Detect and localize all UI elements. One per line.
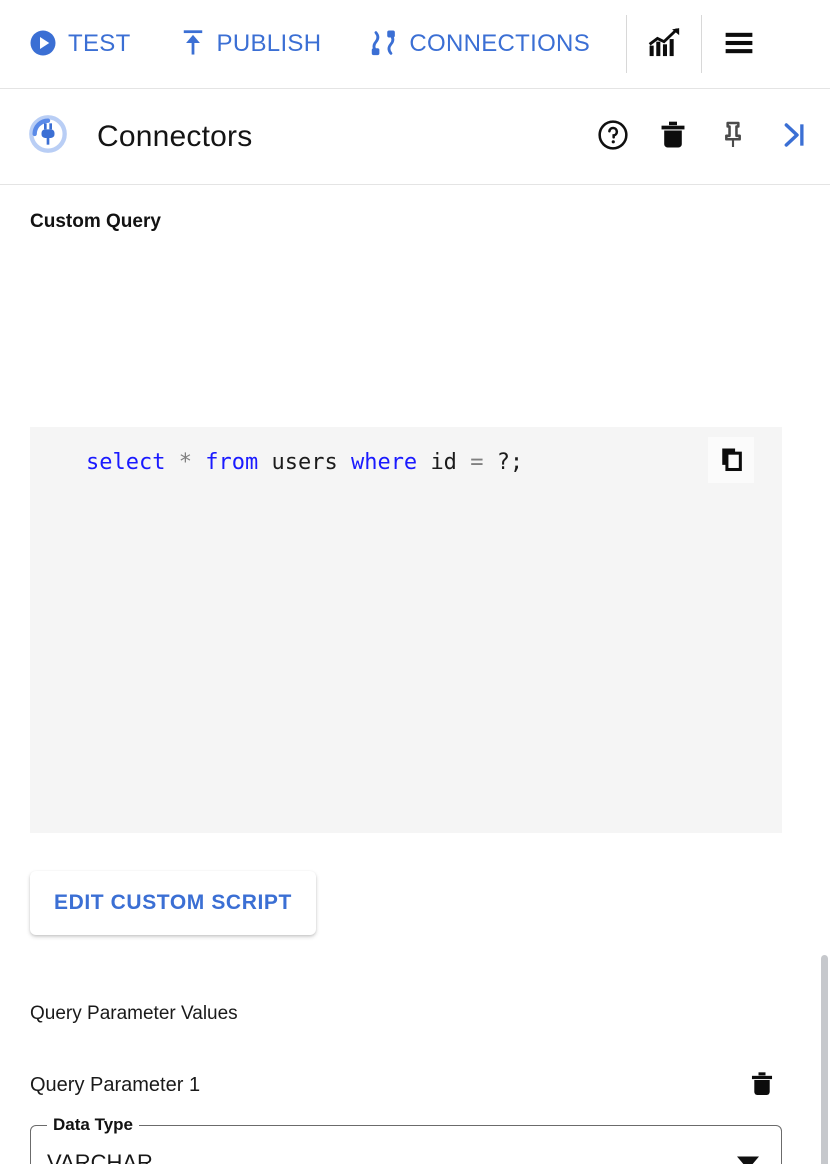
hamburger-menu-button[interactable] — [702, 15, 776, 73]
upload-arrow-icon — [179, 28, 207, 61]
top-toolbar: TEST PUBLISH CONNECTIONS — [0, 0, 830, 89]
copy-query-button[interactable] — [708, 437, 754, 483]
test-button[interactable]: TEST — [16, 20, 143, 68]
collapse-panel-button[interactable] — [770, 114, 816, 160]
pin-button[interactable] — [710, 114, 756, 160]
copy-icon — [717, 445, 745, 476]
analytics-chart-button[interactable] — [627, 15, 701, 73]
query-parameter-values-label: Query Parameter Values — [30, 1003, 238, 1025]
analytics-chart-icon — [647, 27, 681, 62]
publish-button-label: PUBLISH — [217, 30, 322, 58]
connector-plug-logo — [28, 114, 68, 159]
query-parameter-name: Query Parameter 1 — [30, 1074, 200, 1097]
custom-query-editor[interactable]: select * from users where id = ?; — [30, 427, 782, 833]
panel-header: Connectors — [0, 89, 830, 185]
page-title: Connectors — [97, 120, 252, 154]
query-parameter-row: Query Parameter 1 — [30, 1065, 782, 1105]
panel-body: Custom Query select * from users where i… — [0, 185, 830, 1163]
chevron-down-icon[interactable] — [737, 1157, 759, 1164]
plug-cable-icon — [369, 28, 399, 61]
publish-button[interactable]: PUBLISH — [167, 20, 334, 68]
delete-parameter-button[interactable] — [742, 1065, 782, 1105]
data-type-label: Data Type — [47, 1115, 139, 1135]
data-type-select[interactable]: Data Type VARCHAR — [30, 1125, 782, 1164]
data-type-value: VARCHAR — [47, 1150, 153, 1164]
collapse-right-icon — [777, 119, 809, 154]
trash-icon — [749, 1070, 775, 1101]
pin-icon — [718, 119, 748, 154]
sql-code-line: select * from users where id = ?; — [86, 448, 523, 478]
panel-header-actions — [590, 114, 816, 160]
edit-custom-script-button[interactable]: EDIT CUSTOM SCRIPT — [30, 871, 316, 935]
play-circle-icon — [28, 28, 58, 61]
trash-icon — [658, 119, 688, 154]
custom-query-label: Custom Query — [0, 185, 830, 233]
delete-connector-button[interactable] — [650, 114, 696, 160]
scrollbar-thumb[interactable] — [821, 955, 828, 1164]
test-button-label: TEST — [68, 30, 131, 58]
help-button[interactable] — [590, 114, 636, 160]
connections-button[interactable]: CONNECTIONS — [357, 20, 602, 68]
hamburger-menu-icon — [723, 29, 755, 60]
connections-button-label: CONNECTIONS — [409, 30, 590, 58]
help-circle-icon — [597, 119, 629, 154]
